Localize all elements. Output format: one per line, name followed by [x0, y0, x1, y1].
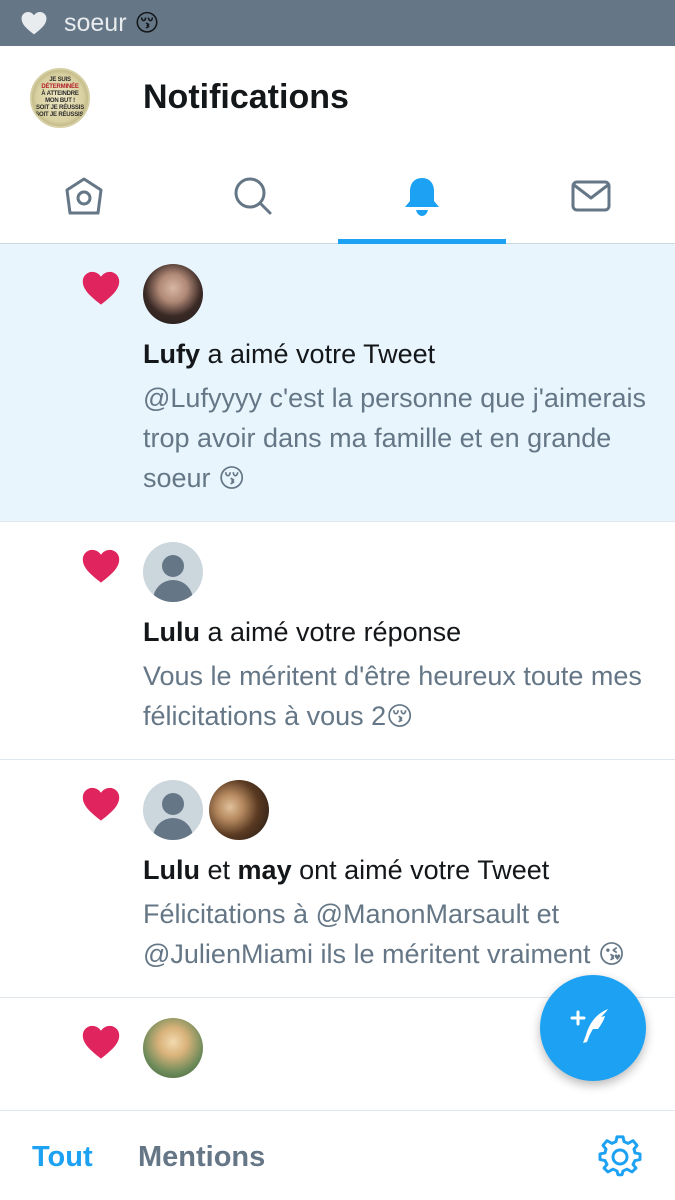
default-avatar-icon[interactable] [143, 780, 203, 840]
tweet-preview-text: Félicitations à @ManonMarsault et @Julie… [143, 899, 591, 969]
nav-tabs [0, 152, 675, 244]
status-bar: soeur 😚 [0, 0, 675, 46]
profile-avatar[interactable]: JE SUIS DÉTERMINÉE À ATTEINDRE MON BUT !… [30, 68, 90, 128]
filter-tab-mentions[interactable]: Mentions [138, 1141, 265, 1174]
like-heart-icon [82, 548, 120, 584]
user-name[interactable]: Lulu [143, 617, 200, 647]
notification-conjunction: et [207, 855, 231, 885]
tweet-preview: Vous le méritent d'être heureux toute me… [143, 656, 655, 737]
page-title: Notifications [143, 78, 349, 116]
tab-search[interactable] [169, 152, 338, 244]
liker-avatars [143, 264, 655, 324]
tweet-preview: Félicitations à @ManonMarsault et @Julie… [143, 894, 655, 975]
avatar-text-line: MON BUT ! [45, 98, 75, 104]
filter-tab-all[interactable]: Tout [32, 1141, 93, 1174]
avatar-text-line: JE SUIS [49, 77, 71, 83]
tweet-preview-emoji: 😚 [218, 464, 246, 494]
notification-action: ont aimé votre Tweet [299, 855, 550, 885]
default-avatar-icon[interactable] [143, 542, 203, 602]
notification-summary: Lulu a aimé votre réponse [143, 614, 655, 650]
home-icon [62, 174, 106, 223]
tweet-preview-emoji: 😘 [598, 940, 626, 970]
notification-summary: Lulu et may ont aimé votre Tweet [143, 852, 655, 888]
compose-tweet-button[interactable] [540, 975, 646, 1081]
liker-avatars [143, 542, 655, 602]
bottom-filter-bar: Tout Mentions [0, 1110, 675, 1200]
user-name[interactable]: Lufy [143, 339, 200, 369]
avatar-text-line: SOIT JE RÉUSSIS. [35, 112, 85, 118]
tab-notifications[interactable] [337, 152, 507, 244]
avatar-text-line: SOIT JE RÉUSSIS [35, 105, 84, 111]
notification-action: a aimé votre réponse [207, 617, 462, 647]
notification-action: a aimé votre Tweet [207, 339, 436, 369]
tweet-preview: @Lufyyyy c'est la personne que j'aimerai… [143, 378, 655, 499]
avatar-text-line: À ATTEINDRE [41, 91, 79, 97]
like-heart-icon [82, 270, 120, 306]
notification-summary: Lufy a aimé votre Tweet [143, 336, 655, 372]
notification-item[interactable]: Lulu a aimé votre réponse Vous le mérite… [0, 522, 675, 760]
gear-icon[interactable] [598, 1135, 644, 1181]
status-notification-emoji: 😚 [134, 9, 160, 37]
avatar[interactable] [143, 264, 203, 324]
user-name[interactable]: may [238, 855, 292, 885]
notification-item[interactable]: Lufy a aimé votre Tweet @Lufyyyy c'est l… [0, 244, 675, 522]
bell-icon [400, 174, 444, 223]
like-heart-icon [82, 786, 120, 822]
user-name[interactable]: Lulu [143, 855, 200, 885]
like-heart-icon [82, 1024, 120, 1060]
avatar-text-line: DÉTERMINÉE [41, 84, 79, 90]
mail-icon [569, 174, 613, 223]
compose-feather-icon [568, 1001, 618, 1056]
notification-item[interactable]: Lulu et may ont aimé votre Tweet Félicit… [0, 760, 675, 998]
tab-messages[interactable] [506, 152, 675, 244]
liker-avatars [143, 780, 655, 840]
avatar[interactable] [209, 780, 269, 840]
tab-home[interactable] [0, 152, 169, 244]
app-header: JE SUIS DÉTERMINÉE À ATTEINDRE MON BUT !… [0, 46, 675, 152]
status-notification-text: soeur [64, 8, 127, 37]
avatar[interactable] [143, 1018, 203, 1078]
heart-icon [20, 9, 48, 37]
tweet-preview-emoji: 😚 [386, 702, 414, 732]
search-icon [231, 174, 275, 223]
